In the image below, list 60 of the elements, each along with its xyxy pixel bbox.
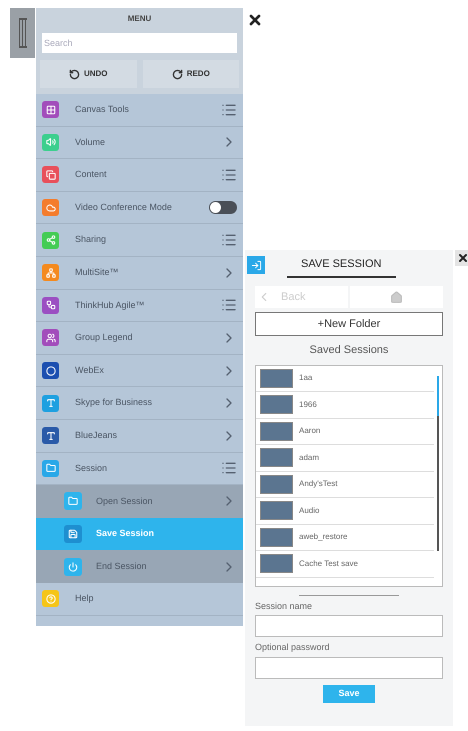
redo-icon bbox=[172, 68, 183, 80]
submenu-item-icon bbox=[64, 558, 82, 576]
close-icon bbox=[457, 252, 468, 264]
list-icon bbox=[221, 232, 237, 248]
menu-item[interactable]: WebEx bbox=[36, 354, 243, 388]
undo-button[interactable]: UNDO bbox=[40, 60, 136, 88]
thumbnail-placeholder bbox=[260, 395, 293, 414]
thumbnail-placeholder bbox=[260, 422, 293, 441]
thumbnail-placeholder bbox=[260, 554, 293, 574]
drag-handle[interactable] bbox=[10, 8, 35, 58]
session-row[interactable]: 1966 bbox=[256, 392, 434, 418]
undo-icon bbox=[68, 68, 80, 80]
thumbnail-placeholder bbox=[260, 368, 293, 388]
text-field[interactable] bbox=[255, 656, 443, 678]
new-folder-button[interactable]: +New Folder bbox=[255, 312, 443, 336]
home-icon bbox=[390, 290, 403, 304]
menu-item[interactable]: Sharing bbox=[36, 224, 243, 257]
close-icon bbox=[247, 12, 263, 28]
close-button[interactable] bbox=[455, 250, 468, 266]
session-row[interactable]: aweb_restore bbox=[256, 524, 434, 551]
list-icon bbox=[221, 460, 237, 476]
submenu-item-icon bbox=[64, 525, 82, 544]
menu-item[interactable]: Volume bbox=[36, 126, 243, 160]
submenu-item[interactable]: End Session bbox=[36, 550, 243, 583]
menu-item[interactable]: Video Conference Mode bbox=[36, 192, 243, 224]
thumbnail-placeholder bbox=[260, 528, 293, 547]
session-row[interactable]: 1aa bbox=[256, 366, 434, 392]
submenu-item[interactable]: Open Session bbox=[36, 485, 243, 518]
session-row[interactable]: Cache Test save bbox=[256, 551, 434, 578]
list-icon bbox=[221, 166, 237, 183]
submenu-item[interactable]: Save Session bbox=[36, 518, 243, 550]
menu-item[interactable]: Help bbox=[36, 582, 243, 616]
search-field[interactable]: Search bbox=[42, 33, 237, 53]
menu-item[interactable]: ThinkHub Agile™ bbox=[36, 290, 243, 322]
session-row[interactable]: Aaron bbox=[256, 418, 434, 445]
save-button[interactable]: Save bbox=[323, 684, 375, 702]
toggle-switch[interactable] bbox=[209, 201, 237, 214]
menu-item[interactable]: BlueJeans bbox=[36, 420, 243, 453]
panel-title: SAVE SESSION bbox=[287, 252, 396, 278]
home-button[interactable] bbox=[350, 286, 443, 308]
field-label: Session name bbox=[255, 600, 314, 612]
menu-item[interactable]: Group Legend bbox=[36, 322, 243, 355]
menu-item[interactable]: MultiSite™ bbox=[36, 256, 243, 290]
thumbnail-placeholder bbox=[260, 501, 293, 520]
session-row[interactable]: Audio bbox=[256, 498, 434, 524]
list-icon bbox=[221, 297, 237, 314]
session-row[interactable]: adam bbox=[256, 445, 434, 472]
menu-title: MENU bbox=[36, 8, 243, 30]
text-field[interactable] bbox=[255, 615, 443, 637]
field-label: Optional password bbox=[255, 641, 331, 654]
redo-button[interactable]: REDO bbox=[142, 60, 239, 88]
menu-item[interactable]: Canvas Tools bbox=[36, 94, 243, 127]
thumbnail-placeholder bbox=[260, 474, 293, 494]
submenu-item-icon bbox=[64, 492, 82, 510]
session-row[interactable]: Andy'sTest bbox=[256, 472, 434, 498]
menu-item[interactable]: Skype for Business bbox=[36, 387, 243, 420]
list-icon bbox=[221, 102, 237, 118]
menu-item[interactable]: Content bbox=[36, 159, 243, 192]
thumbnail-placeholder bbox=[260, 448, 293, 468]
list-title: Saved Sessions bbox=[308, 343, 390, 358]
